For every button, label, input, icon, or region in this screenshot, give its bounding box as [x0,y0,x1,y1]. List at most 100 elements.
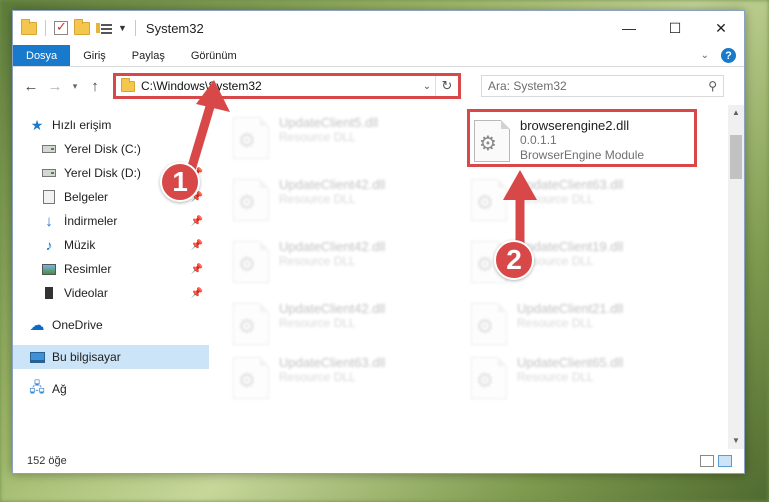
sidebar-item-label: İndirmeler [64,214,118,228]
file-version: 0.0.1.1 [520,133,557,147]
dll-file-icon [233,117,269,159]
recent-locations-chevron-icon[interactable]: ▾ [69,81,81,92]
file-explorer-window: ▼ System32 — ☐ ✕ Dosya Giriş Paylaş Görü… [12,10,745,474]
tab-file[interactable]: Dosya [13,45,71,66]
up-button[interactable]: ↑ [85,78,105,95]
customize-toolbar-chevron-icon[interactable]: ▼ [118,23,127,33]
dll-file-icon [471,357,507,399]
scrollbar-thumb[interactable] [730,135,742,179]
sidebar-item-label: Belgeler [64,190,109,204]
drive-icon [41,166,57,180]
back-button[interactable]: ← [21,78,41,95]
content-area: ★ Hızlı erişim Yerel Disk (C:) 📌 Yerel D… [13,105,744,449]
pin-icon[interactable]: 📌 [191,240,203,251]
file-name: UpdateClient19.dll [517,239,624,254]
file-type: Resource DLL [279,254,356,268]
item-count: 152 öğe [27,455,67,467]
sidebar-item-label: Ağ [52,382,67,396]
file-item[interactable]: UpdateClient21.dllResource DLL [471,299,681,351]
sidebar-item-downloads[interactable]: ↓ İndirmeler 📌 [13,209,209,233]
status-bar: 152 öğe [13,449,744,473]
folder-icon [121,77,135,92]
window-title: System32 [145,20,204,36]
drive-icon [41,142,57,156]
title-bar: ▼ System32 — ☐ ✕ [13,11,744,45]
search-box[interactable]: Ara: System32 ⚲ [481,75,724,97]
downloads-icon: ↓ [45,212,53,230]
large-icons-view-icon[interactable] [718,455,732,467]
file-item[interactable]: UpdateClient63.dllResource DLL [471,175,681,227]
file-name: UpdateClient42.dll [279,177,386,192]
file-type: Resource DLL [279,192,356,206]
expand-ribbon-chevron-icon[interactable]: ⌄ [701,50,709,61]
file-item[interactable]: UpdateClient42.dllResource DLL [233,175,443,227]
file-name: browserengine2.dll [520,118,630,133]
file-type: Resource DLL [517,316,594,330]
properties-check-icon[interactable] [54,19,68,35]
dll-file-icon [233,179,269,221]
sidebar-item-music[interactable]: ♪ Müzik 📌 [13,233,209,257]
pin-icon[interactable]: 📌 [191,144,203,155]
file-name: UpdateClient42.dll [279,239,386,254]
pin-icon[interactable]: 📌 [191,216,203,227]
sidebar-item-label: Yerel Disk (C:) [64,142,141,156]
file-type: Resource DLL [279,130,356,144]
help-icon[interactable]: ? [721,48,736,63]
sidebar-item-label: Bu bilgisayar [52,350,121,364]
folder-icon [21,18,37,35]
minimize-button[interactable]: — [606,11,652,45]
sidebar-item-this-pc[interactable]: Bu bilgisayar [13,345,209,369]
file-type: Resource DLL [279,370,356,384]
dll-file-icon [233,303,269,345]
refresh-icon[interactable]: ↻ [436,78,458,94]
file-item[interactable]: UpdateClient42.dllResource DLL [233,237,443,289]
forward-button[interactable]: → [45,78,65,95]
dll-file-icon [233,241,269,283]
dll-file-icon [233,357,269,399]
file-item[interactable]: UpdateClient5.dllResource DLL [233,113,443,165]
file-item[interactable]: UpdateClient65.dllResource DLL [471,353,681,405]
vertical-scrollbar[interactable]: ▲ ▼ [728,105,744,449]
pictures-icon [41,262,57,276]
sidebar-item-videos[interactable]: Videolar 📌 [13,281,209,305]
search-icon[interactable]: ⚲ [708,79,717,93]
ribbon-right: ⌄ ? [701,45,744,66]
address-bar[interactable]: C:\Windows\System32 ⌄ ↻ [113,73,461,99]
maximize-button[interactable]: ☐ [652,11,698,45]
close-button[interactable]: ✕ [698,11,744,45]
tab-view[interactable]: Görünüm [178,45,250,66]
file-type: Resource DLL [517,370,594,384]
divider [45,20,46,36]
sidebar-item-onedrive[interactable]: ☁ OneDrive [13,313,209,337]
highlighted-file-item[interactable]: browserengine2.dll 0.0.1.1 BrowserEngine… [467,109,697,167]
properties-icon[interactable] [96,22,112,35]
address-path[interactable]: C:\Windows\System32 [141,79,419,93]
pin-icon[interactable]: 📌 [191,288,203,299]
pin-icon[interactable]: 📌 [191,264,203,275]
scroll-up-icon[interactable]: ▲ [728,105,744,121]
sidebar-item-local-disk-c[interactable]: Yerel Disk (C:) 📌 [13,137,209,161]
sidebar-item-label: Hızlı erişim [52,118,112,132]
file-type: Resource DLL [517,192,594,206]
this-pc-icon [29,350,45,364]
scroll-down-icon[interactable]: ▼ [728,433,744,449]
file-description: BrowserEngine Module [520,148,645,162]
tab-home[interactable]: Giriş [70,45,119,66]
tab-share[interactable]: Paylaş [119,45,178,66]
navigation-bar: ← → ▾ ↑ C:\Windows\System32 ⌄ ↻ Ara: Sys… [13,67,744,105]
file-item[interactable]: UpdateClient63.dllResource DLL [233,353,443,405]
file-item[interactable]: UpdateClient42.dllResource DLL [233,299,443,351]
file-list: UpdateClient5.dllResource DLL UpdateClie… [209,105,744,449]
dll-file-icon [474,120,510,162]
sidebar-item-pictures[interactable]: Resimler 📌 [13,257,209,281]
sidebar-item-label: Videolar [64,286,108,300]
details-view-icon[interactable] [700,455,714,467]
music-icon: ♪ [45,237,53,253]
sidebar-item-quick-access[interactable]: ★ Hızlı erişim [13,113,209,137]
address-dropdown-chevron-icon[interactable]: ⌄ [419,81,435,92]
sidebar-item-network[interactable]: 🖧 Ağ [13,377,209,401]
search-input[interactable]: Ara: System32 [488,79,708,93]
new-folder-icon[interactable] [74,18,90,35]
quick-access-toolbar: ▼ [13,18,138,36]
file-name: UpdateClient21.dll [517,301,624,316]
